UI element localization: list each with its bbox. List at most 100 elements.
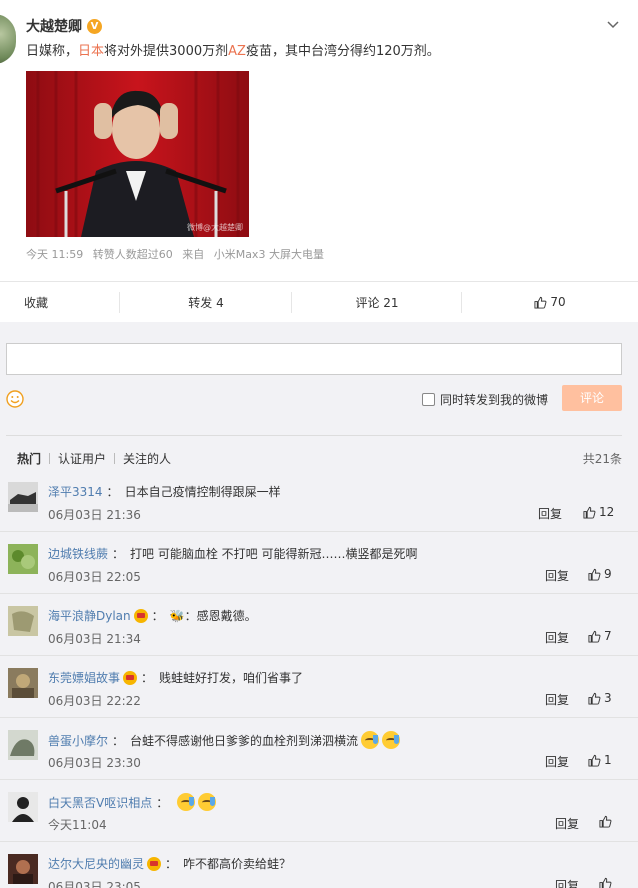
list-item: 东莞嫖娼故事 ： 贱蛙蛙好打发，咱们省事了 06月03日 22:22 回复 3 (0, 656, 638, 718)
reply-button[interactable]: 回复 (545, 629, 569, 646)
submit-comment-button[interactable]: 评论 (562, 385, 622, 411)
laughing-crying-emoji-icon (177, 793, 196, 811)
like-count: 12 (599, 505, 615, 519)
forward-label: 同时转发到我的微博 (440, 393, 549, 407)
comment-user[interactable]: 东莞嫖娼故事 (48, 669, 120, 686)
forward-option[interactable]: 同时转发到我的微博 (422, 391, 548, 408)
list-item: 海平浪静Dylan ： 🐝：感恩戴德。 06月03日 21:34 回复 7 (0, 594, 638, 656)
comment-time: 06月03日 21:36 (48, 508, 141, 522)
list-item: 白天黑否V呕识相点 ： 今天11:04 回复 (0, 780, 638, 842)
chevron-down-icon[interactable] (606, 18, 620, 32)
avatar[interactable] (8, 482, 38, 512)
post-time[interactable]: 今天 11:59 (26, 248, 83, 261)
comment-time: 06月03日 22:05 (48, 570, 141, 584)
comment-time: 今天11:04 (48, 818, 107, 832)
post-text: 日媒称，日本将对外提供3000万剂AZ疫苗，其中台湾分得约120万剂。 (26, 44, 440, 59)
tab-hot[interactable]: 热门 (17, 450, 49, 467)
crying-emoji-icon (382, 731, 401, 749)
like-button[interactable]: 70 (462, 282, 638, 322)
comment-text: 🐝：感恩戴德。 (169, 609, 257, 623)
comment-input[interactable] (6, 343, 622, 375)
reply-button[interactable]: 回复 (545, 567, 569, 584)
reply-button[interactable]: 回复 (555, 815, 579, 832)
list-item: 边城铁线蕨 ： 打吧 可能脑血栓 不打吧 可能得新冠……横竖都是死啊 06月03… (0, 532, 638, 594)
author-avatar[interactable] (0, 14, 16, 64)
comment-user[interactable]: 泽平3314 (48, 483, 103, 500)
comment-text: 贱蛙蛙好打发，咱们省事了 (159, 671, 304, 685)
weibo-post: 大越楚卿 V 日媒称，日本将对外提供3000万剂AZ疫苗，其中台湾分得约120万… (0, 0, 638, 322)
post-link-japan[interactable]: 日本 (78, 44, 104, 59)
comment-like-button[interactable]: 7 (588, 629, 612, 643)
reply-button[interactable]: 回复 (555, 877, 579, 888)
comment-like-button[interactable] (599, 815, 615, 828)
forward-checkbox[interactable] (422, 393, 435, 406)
comment-like-button[interactable]: 3 (588, 691, 612, 705)
divider (6, 435, 622, 436)
post-meta: 今天 11:59 转赞人数超过60 来自 小米Max3 大屏大电量 (26, 246, 330, 262)
list-item: 达尔大尼央的幽灵 ： 咋不都高价卖给蛙？ 06月03日 23:05 回复 (0, 842, 638, 888)
thumbs-up-icon (534, 296, 547, 309)
thumbs-up-icon (599, 815, 612, 828)
comment-user[interactable]: 边城铁线蕨 (48, 545, 108, 562)
comment-text: 台蛙不得感谢他日爹爹的血栓剂到涕泗横流 (130, 733, 359, 748)
avatar[interactable] (8, 792, 38, 822)
action-bar: 收藏 转发 4 评论 21 70 (0, 281, 638, 322)
comment-button[interactable]: 评论 21 (292, 282, 462, 322)
tab-verified-users[interactable]: 认证用户 (50, 450, 114, 467)
forward-button[interactable]: 转发 4 (120, 282, 292, 322)
image-watermark: 微博@大越楚卿 (187, 223, 243, 232)
crying-emoji-icon (361, 731, 380, 749)
thumbs-up-icon (583, 506, 596, 519)
verified-badge-icon: V (87, 18, 102, 34)
comment-user[interactable]: 海平浪静Dylan (48, 607, 131, 624)
reply-button[interactable]: 回复 (545, 691, 569, 708)
crown-badge-icon (123, 670, 138, 685)
comment-text: 打吧 可能脑血栓 不打吧 可能得新冠……横竖都是死啊 (130, 547, 418, 561)
favorite-button[interactable]: 收藏 (0, 282, 120, 322)
smile-icon[interactable] (6, 390, 24, 408)
comment-user[interactable]: 兽蛋小摩尔 (48, 732, 108, 749)
like-count: 7 (604, 629, 612, 643)
avatar[interactable] (8, 730, 38, 760)
thumbs-up-icon (588, 692, 601, 705)
comment-total: 共21条 (582, 452, 622, 466)
comment-like-button[interactable]: 12 (583, 505, 614, 519)
thumbs-up-icon (599, 877, 612, 888)
comment-like-button[interactable]: 9 (588, 567, 612, 581)
author-name[interactable]: 大越楚卿 (26, 16, 82, 36)
reply-button[interactable]: 回复 (545, 753, 569, 770)
comment-user[interactable]: 达尔大尼央的幽灵 (48, 855, 144, 872)
reply-button[interactable]: 回复 (538, 505, 562, 522)
thumbs-up-icon (588, 568, 601, 581)
post-source[interactable]: 小米Max3 大屏大电量 (214, 248, 324, 261)
thumbs-up-icon (588, 754, 601, 767)
avatar[interactable] (8, 854, 38, 884)
list-item: 兽蛋小摩尔 ： 台蛙不得感谢他日爹爹的血栓剂到涕泗横流 06月03日 23:30… (0, 718, 638, 780)
comment-like-button[interactable] (599, 877, 615, 888)
tab-following[interactable]: 关注的人 (115, 450, 179, 467)
post-author: 大越楚卿 V (26, 16, 102, 36)
post-image[interactable]: 微博@大越楚卿 (26, 71, 249, 237)
laughing-crying-emoji-icon (198, 793, 217, 811)
comment-text: 咋不都高价卖给蛙？ (183, 857, 292, 871)
avatar[interactable] (8, 668, 38, 698)
comment-user[interactable]: 白天黑否V呕识相点 (48, 794, 152, 811)
comment-like-button[interactable]: 1 (588, 753, 612, 767)
comment-list: 泽平3314 ： 日本自己疫情控制得跟屎一样 06月03日 21:36 回复 1… (0, 470, 638, 888)
comment-time: 06月03日 21:34 (48, 632, 141, 646)
comment-area: 同时转发到我的微博 评论 热门 认证用户 关注的人 共21条 泽平3314 ： … (0, 322, 638, 888)
comment-time: 06月03日 23:05 (48, 880, 141, 888)
avatar[interactable] (8, 606, 38, 636)
comment-time: 06月03日 23:30 (48, 756, 141, 770)
source-label: 来自 (182, 248, 205, 261)
crown-badge-icon (147, 856, 162, 871)
avatar[interactable] (8, 544, 38, 574)
like-count: 9 (604, 567, 612, 581)
thumbs-up-icon (588, 630, 601, 643)
comment-time: 06月03日 22:22 (48, 694, 141, 708)
comment-tabs: 热门 认证用户 关注的人 (17, 450, 179, 467)
like-count: 3 (604, 691, 612, 705)
list-item: 泽平3314 ： 日本自己疫情控制得跟屎一样 06月03日 21:36 回复 1… (0, 470, 638, 532)
like-count: 1 (604, 753, 612, 767)
crown-badge-icon (133, 608, 148, 623)
